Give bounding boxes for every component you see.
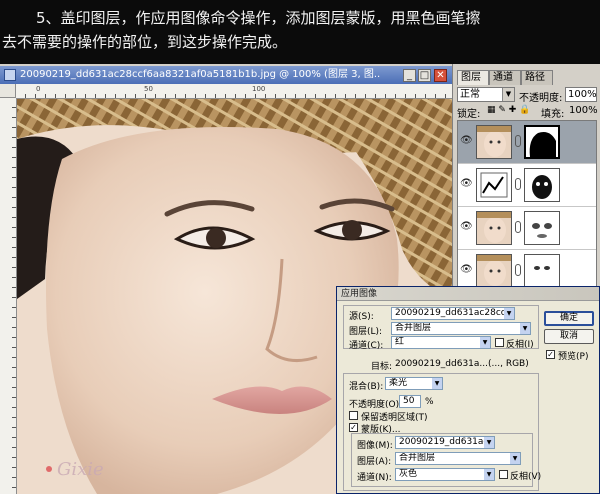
image-label: 图像(M): <box>357 441 393 451</box>
eye-icon[interactable]: 👁 <box>460 221 473 233</box>
tab-channels[interactable]: 通道 <box>489 70 521 85</box>
mask-channel-value: 灰色 <box>399 469 418 479</box>
source-value: 20090219_dd631ac28cc... <box>395 308 515 318</box>
source-label: 源(S): <box>349 312 374 322</box>
layer-value: 合并图层 <box>395 323 432 333</box>
mask-invert-checkbox[interactable] <box>499 470 508 479</box>
mask-checkbox[interactable]: ✓ <box>349 423 358 432</box>
layer-mask-thumbnail[interactable] <box>524 211 560 245</box>
layer-row-layer-2[interactable]: 👁 <box>458 207 596 250</box>
chevron-down-icon: ▼ <box>484 437 494 448</box>
opacity-input[interactable]: 50 <box>399 395 421 408</box>
instruction-line-1: 5、盖印图层，作应用图像命令操作，添加图层蒙版，用黑色画笔擦 <box>36 9 481 27</box>
watermark-dot <box>46 466 52 472</box>
invert-label: 反相(I) <box>506 340 534 350</box>
dialog-title[interactable]: 应用图像 <box>337 287 599 301</box>
instruction-block: 5、盖印图层，作应用图像命令操作，添加图层蒙版，用黑色画笔擦 去不需要的操作的部… <box>0 0 600 64</box>
ruler-corner[interactable] <box>0 84 16 98</box>
opacity-label: 不透明度(O): <box>349 400 403 410</box>
layer-row-layer-3[interactable]: 👁 <box>458 121 596 164</box>
mask-invert-label: 反相(V) <box>510 472 542 482</box>
mask-layer-select[interactable]: 合并图层 ▼ <box>395 452 521 465</box>
layer-thumbnail <box>476 125 512 159</box>
minimize-button[interactable]: _ <box>403 69 416 82</box>
eye-icon[interactable]: 👁 <box>460 135 473 147</box>
eye-icon[interactable]: 👁 <box>460 264 473 276</box>
preserve-transparency-checkbox[interactable] <box>349 411 358 420</box>
blend-mode-value: 正常 <box>460 89 480 100</box>
link-icon[interactable] <box>515 135 521 147</box>
layer-row-adjustment[interactable]: 👁 <box>458 164 596 207</box>
left-iris <box>206 228 226 248</box>
document-title: 20090219_dd631ac28ccf6aa8321af0a5181b1b.… <box>20 69 380 80</box>
cancel-button[interactable]: 取消 <box>544 329 594 344</box>
blend-row: 正常 ▼ 不透明度: 100% <box>457 87 597 104</box>
opacity-field[interactable]: 100% <box>565 87 597 102</box>
chevron-down-icon: ▼ <box>504 308 514 319</box>
layer-mask-thumbnail[interactable] <box>524 168 560 202</box>
adjustment-thumbnail <box>476 168 512 202</box>
close-button[interactable]: ✕ <box>434 69 447 82</box>
tab-paths[interactable]: 路径 <box>521 70 553 85</box>
layer-mask-thumbnail[interactable] <box>524 125 560 159</box>
chevron-down-icon: ▼ <box>480 337 490 348</box>
mask-channel-select[interactable]: 灰色 ▼ <box>395 468 495 481</box>
ruler-label: 0 <box>36 85 41 93</box>
layer-select[interactable]: 合并图层 ▼ <box>391 322 531 335</box>
ruler-label: 50 <box>144 85 153 93</box>
horizontal-ruler[interactable]: 0 50 100 <box>16 84 452 99</box>
watermark-signature: Gixie <box>57 459 104 480</box>
instruction-line-2: 去不需要的操作的部位，到这步操作完成。 <box>2 33 288 51</box>
chevron-down-icon: ▼ <box>502 88 514 101</box>
channel-value: 红 <box>395 337 405 347</box>
link-icon[interactable] <box>515 221 521 233</box>
link-icon[interactable] <box>515 178 521 190</box>
preview-checkbox[interactable]: ✓ <box>546 350 555 359</box>
target-label: 目标: <box>371 362 393 372</box>
source-select[interactable]: 20090219_dd631ac28cc... ▼ <box>391 307 515 320</box>
apply-image-dialog: 应用图像 源(S): 20090219_dd631ac28cc... ▼ 图层(L… <box>336 286 600 494</box>
blending-value: 柔光 <box>389 378 408 388</box>
target-value: 20090219_dd631a...(..., RGB) <box>395 359 529 369</box>
ok-button[interactable]: 确定 <box>544 311 594 326</box>
document-titlebar[interactable]: 20090219_dd631ac28ccf6aa8321af0a5181b1b.… <box>0 66 452 84</box>
opacity-unit: % <box>425 397 434 407</box>
mask-channel-label: 通道(N): <box>357 473 392 483</box>
opacity-label: 不透明度: <box>519 93 563 104</box>
chevron-down-icon: ▼ <box>510 453 520 464</box>
preview-label: 预览(P) <box>558 352 589 362</box>
chevron-down-icon: ▼ <box>520 323 530 334</box>
channel-select[interactable]: 红 ▼ <box>391 336 491 349</box>
maximize-button[interactable]: □ <box>418 69 431 82</box>
mask-layer-value: 合并图层 <box>399 453 436 463</box>
channel-label: 通道(C): <box>349 341 384 351</box>
fill-label: 填充: <box>541 109 565 120</box>
lock-label: 锁定: <box>457 109 481 120</box>
image-select[interactable]: 20090219_dd631ac28cc...▼ <box>395 436 495 449</box>
mask-layer-label: 图层(A): <box>357 457 392 467</box>
layer-mask-thumbnail[interactable] <box>524 254 560 288</box>
vertical-ruler[interactable] <box>0 98 17 494</box>
blending-label: 混合(B): <box>349 382 384 392</box>
fill-value[interactable]: 100% <box>569 105 598 116</box>
lock-row: 锁定: ▦ ✎ ✚ 🔒 填充: 100% <box>457 104 598 121</box>
invert-checkbox[interactable] <box>495 338 504 347</box>
eye-icon[interactable]: 👁 <box>460 178 473 190</box>
link-icon[interactable] <box>515 264 521 276</box>
image-value: 20090219_dd631ac28cc... <box>399 437 495 447</box>
ruler-label: 100 <box>252 85 266 93</box>
chevron-down-icon: ▼ <box>484 469 494 480</box>
lock-icons[interactable]: ▦ ✎ ✚ 🔒 <box>487 105 530 115</box>
blending-select[interactable]: 柔光 ▼ <box>385 377 443 390</box>
layer-thumbnail <box>476 211 512 245</box>
layer-label: 图层(L): <box>349 327 383 337</box>
right-iris <box>342 220 362 240</box>
chevron-down-icon: ▼ <box>432 378 442 389</box>
layer-thumbnail <box>476 254 512 288</box>
opacity-value: 100% <box>568 89 597 100</box>
tab-layers[interactable]: 图层 <box>457 70 489 85</box>
opacity-value: 50 <box>403 396 415 406</box>
photoshop-document-icon <box>4 69 16 81</box>
blend-mode-select[interactable]: 正常 ▼ <box>457 87 515 102</box>
